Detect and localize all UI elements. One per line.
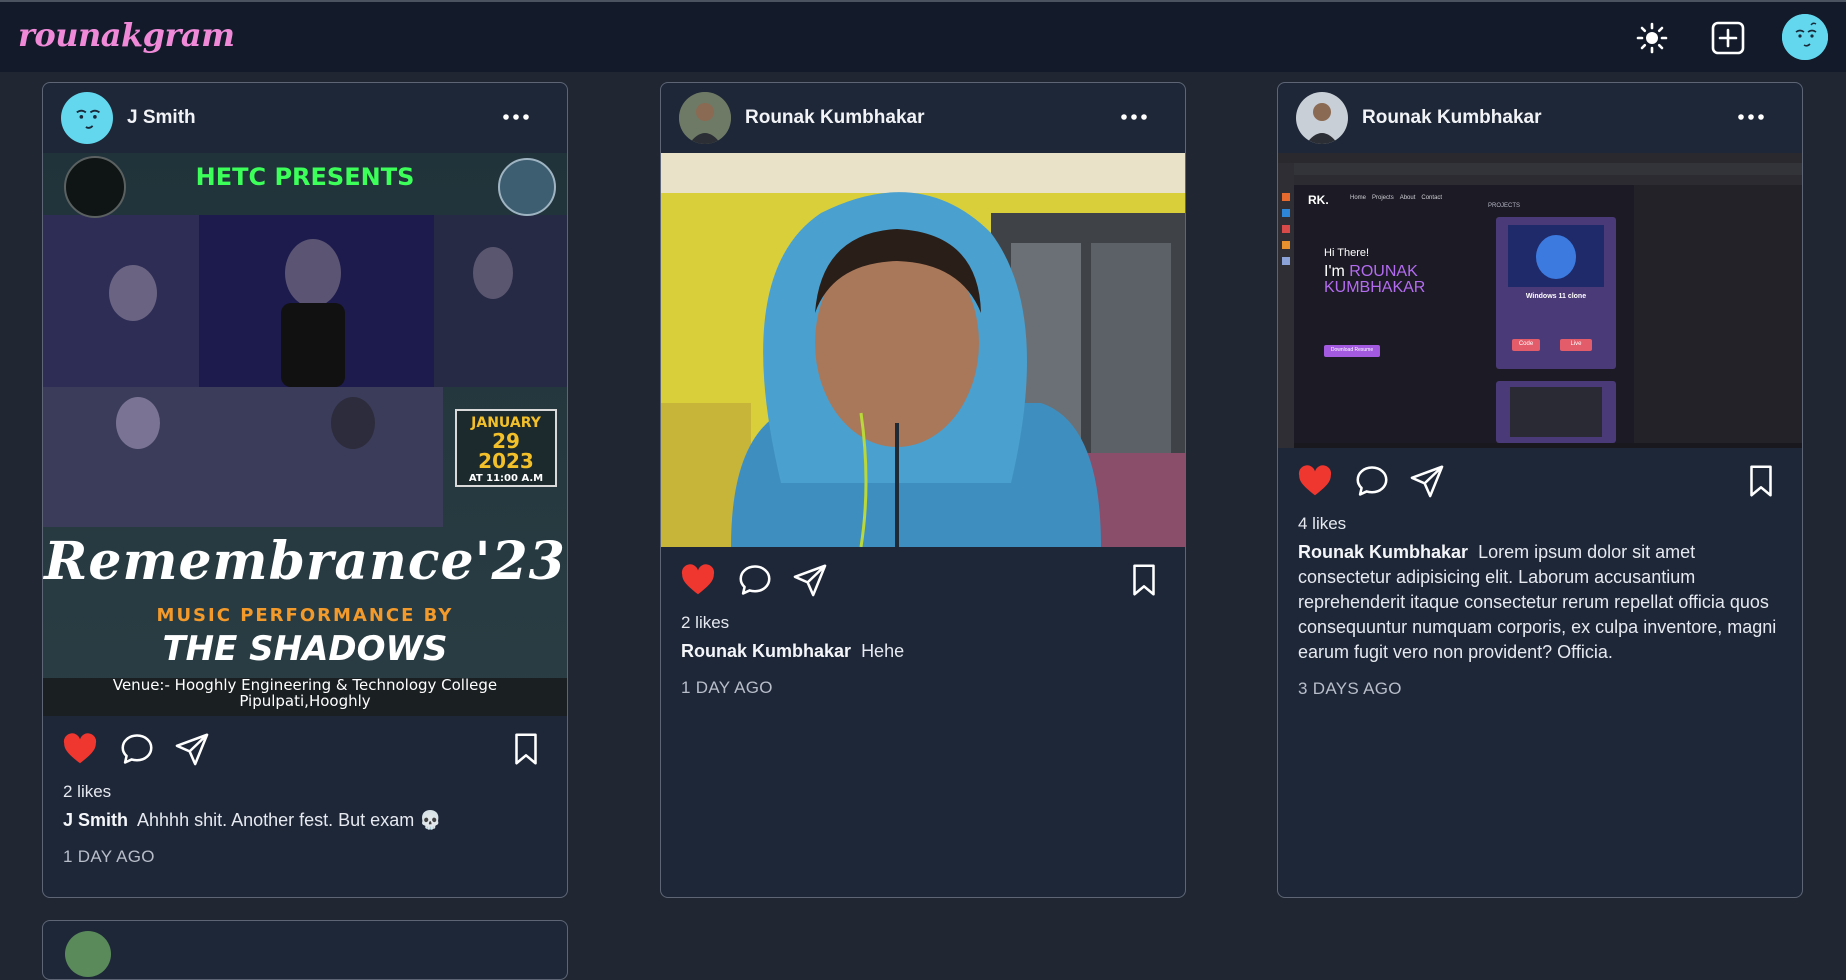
post-image[interactable]: RK. Home Projects About Contact PROJECTS… <box>1278 153 1802 448</box>
post-card: J Smith HETC PRESENTS JANUARY 29 2023 AT… <box>42 82 568 898</box>
heart-icon[interactable] <box>1296 462 1334 500</box>
screenshot-greeting: Hi There! <box>1324 247 1370 259</box>
post-card: Rounak Kumbhakar RK. Home Projects About… <box>1277 82 1803 898</box>
screenshot-nav-projects: Projects <box>1372 195 1394 201</box>
post-time: 1 DAY AGO <box>63 847 155 866</box>
caption-text: Ahhhh shit. Another fest. But exam 💀 <box>137 810 442 830</box>
post-caption: Rounak Kumbhakar Hehe <box>681 639 1165 664</box>
post-card-partial <box>42 920 568 980</box>
theme-toggle-button[interactable] <box>1630 16 1674 60</box>
post-avatar[interactable] <box>679 92 731 144</box>
post-avatar[interactable] <box>61 92 113 144</box>
poster-title: Remembrance'23 <box>44 531 566 592</box>
caption-username[interactable]: J Smith <box>63 810 128 830</box>
post-time: 3 DAYS AGO <box>1298 679 1402 698</box>
avatar-face-icon <box>1782 14 1828 60</box>
screenshot-resume-button: Download Resume <box>1330 347 1374 353</box>
bookmark-icon[interactable] <box>507 730 545 768</box>
caption-username[interactable]: Rounak Kumbhakar <box>1298 542 1468 562</box>
poster-date-day: 29 <box>492 429 520 453</box>
plus-square-icon <box>1711 21 1745 55</box>
heart-icon[interactable] <box>61 730 99 768</box>
screenshot-brand: RK. <box>1308 193 1329 207</box>
poster-venue-line2: Pipulpati,Hooghly <box>239 692 371 710</box>
screenshot-nav-about: About <box>1399 195 1416 201</box>
post-actions <box>1278 448 1802 514</box>
bookmark-icon[interactable] <box>1125 561 1163 599</box>
selfie-photo <box>661 153 1185 547</box>
post-likes[interactable]: 2 likes <box>63 782 547 802</box>
poster-subtitle: MUSIC PERFORMANCE BY <box>156 605 454 626</box>
poster-band: THE SHADOWS <box>162 629 448 669</box>
share-icon[interactable] <box>173 730 211 768</box>
bookmark-icon[interactable] <box>1742 462 1780 500</box>
screenshot-nav-home: Home <box>1350 195 1367 201</box>
post-avatar[interactable] <box>1296 92 1348 144</box>
post-likes[interactable]: 2 likes <box>681 613 1165 633</box>
post-header: Rounak Kumbhakar <box>661 83 1185 153</box>
post-username[interactable]: Rounak Kumbhakar <box>1362 107 1541 129</box>
comment-icon[interactable] <box>1353 462 1391 500</box>
post-likes[interactable]: 4 likes <box>1298 514 1782 534</box>
avatar-face-icon <box>61 92 113 144</box>
post-caption: J Smith Ahhhh shit. Another fest. But ex… <box>63 808 547 833</box>
poster-venue-line1: Venue:- Hooghly Engineering & Technology… <box>112 676 498 694</box>
screenshot-projects-heading: PROJECTS <box>1488 203 1521 209</box>
poster-date-year: 2023 <box>478 449 534 473</box>
caption-username[interactable]: Rounak Kumbhakar <box>681 641 851 661</box>
post-image[interactable]: HETC PRESENTS JANUARY 29 2023 AT 11:00 A… <box>43 153 567 716</box>
poster-presents: HETC PRESENTS <box>195 163 415 191</box>
post-avatar[interactable] <box>65 931 111 977</box>
post-username[interactable]: J Smith <box>127 107 196 129</box>
screenshot-project-title: Windows 11 clone <box>1525 293 1587 300</box>
caption-text: Hehe <box>861 641 905 661</box>
user-photo-avatar <box>1296 92 1348 144</box>
more-options-icon[interactable] <box>1119 105 1149 129</box>
post-header: J Smith <box>43 83 567 153</box>
screenshot-name1: ROUNAK <box>1349 263 1418 280</box>
screenshot-im: I'm <box>1324 263 1345 280</box>
comment-icon[interactable] <box>736 561 774 599</box>
app-logo[interactable]: rounakgram <box>18 16 235 54</box>
user-photo-avatar <box>679 92 731 144</box>
more-options-icon[interactable] <box>501 105 531 129</box>
screenshot-headline: I'm ROUNAK KUMBHAKAR <box>1324 264 1425 296</box>
post-card: Rounak Kumbhakar 2 likes Rounak Kumbhaka… <box>660 82 1186 898</box>
sun-icon <box>1636 22 1668 54</box>
post-time: 1 DAY AGO <box>681 678 773 697</box>
post-header: Rounak Kumbhakar <box>1278 83 1802 153</box>
post-actions <box>43 716 567 782</box>
post-image[interactable] <box>661 153 1185 547</box>
post-username[interactable]: Rounak Kumbhakar <box>745 107 924 129</box>
new-post-button[interactable] <box>1706 16 1750 60</box>
screenshot-code-button: Code <box>1518 341 1534 347</box>
screenshot-name2: KUMBHAKAR <box>1324 279 1426 296</box>
share-icon[interactable] <box>791 561 829 599</box>
comment-icon[interactable] <box>118 730 156 768</box>
poster-venue: Venue:- Hooghly Engineering & Technology… <box>43 677 567 709</box>
heart-icon[interactable] <box>679 561 717 599</box>
share-icon[interactable] <box>1408 462 1446 500</box>
post-actions <box>661 547 1185 613</box>
screenshot-nav-contact: Contact <box>1421 195 1443 201</box>
more-options-icon[interactable] <box>1736 105 1766 129</box>
poster-date: JANUARY 29 2023 AT 11:00 A.M <box>456 415 556 487</box>
poster-date-time: AT 11:00 A.M <box>468 473 544 484</box>
top-bar: rounakgram <box>0 0 1846 72</box>
screenshot-live-button: Live <box>1570 341 1582 347</box>
post-caption: Rounak Kumbhakar Lorem ipsum dolor sit a… <box>1298 540 1782 665</box>
screenshot-nav: Home Projects About Contact <box>1350 195 1442 201</box>
profile-avatar[interactable] <box>1782 14 1828 60</box>
